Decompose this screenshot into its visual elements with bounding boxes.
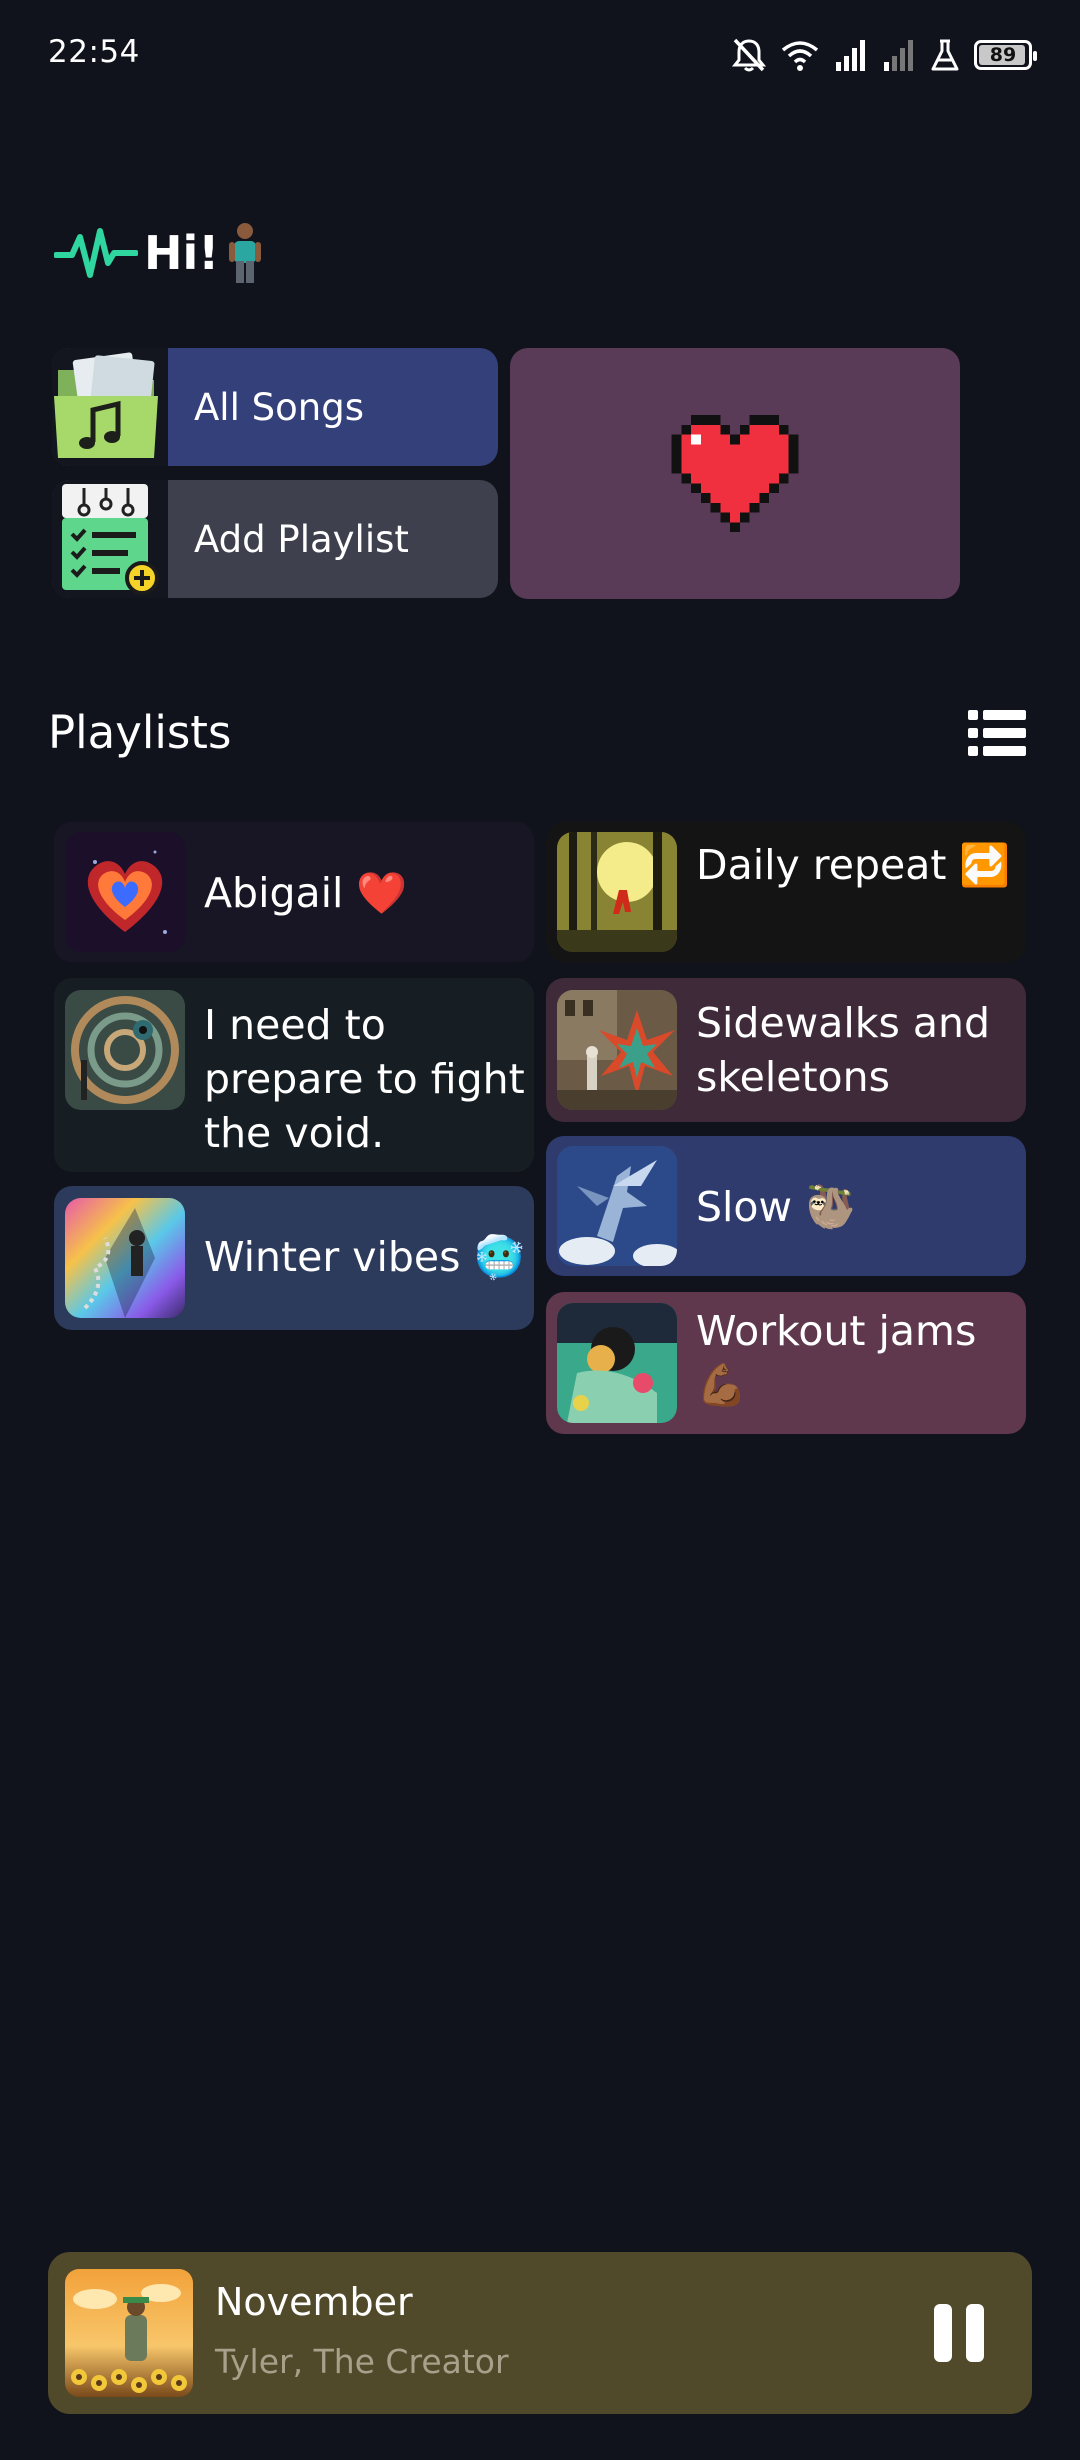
person-emoji-icon	[229, 223, 262, 283]
playlist-card-abigail[interactable]: Abigail ❤️	[54, 822, 534, 962]
playlist-card-fight-the-void[interactable]: I need to prepare to fight the void.	[54, 978, 534, 1172]
playlist-cover	[557, 832, 677, 952]
all-songs-label: All Songs	[194, 385, 364, 429]
playlist-card-slow[interactable]: Slow 🦥	[546, 1136, 1026, 1276]
playlist-cover	[65, 990, 185, 1110]
list-view-icon[interactable]	[968, 708, 1026, 758]
playlist-card-daily-repeat[interactable]: Daily repeat 🔁	[546, 822, 1026, 962]
playlists-title: Playlists	[48, 706, 232, 759]
status-icons: 89	[732, 30, 1037, 80]
add-playlist-icon	[62, 484, 159, 595]
wifi-icon	[781, 41, 819, 71]
playlist-cover	[557, 1303, 677, 1423]
playlist-cover	[65, 1198, 185, 1318]
now-playing-artist: Tyler, The Creator	[215, 2342, 509, 2381]
add-playlist-button[interactable]: Add Playlist	[52, 480, 498, 598]
battery-level: 89	[989, 44, 1017, 66]
playlist-title: Daily repeat 🔁	[696, 841, 1011, 889]
add-playlist-label: Add Playlist	[194, 517, 409, 561]
now-playing-cover	[65, 2269, 193, 2397]
app-screen: 22:54 89 Hi! All Songs Add Playlist Play…	[0, 0, 1080, 2460]
playlist-title: Winter vibes 🥶	[204, 1233, 525, 1281]
favorites-button[interactable]	[510, 348, 960, 599]
now-playing-title: November	[215, 2280, 413, 2324]
music-folder-icon	[54, 352, 158, 458]
all-songs-icon-box	[52, 348, 168, 466]
status-bar: 22:54 89	[0, 0, 1080, 110]
playlist-cover	[557, 990, 677, 1110]
greeting: Hi!	[54, 218, 265, 288]
now-playing-bar[interactable]: November Tyler, The Creator	[48, 2252, 1032, 2414]
playlist-card-workout-jams[interactable]: Workout jams 💪🏾	[546, 1292, 1026, 1434]
playlist-card-winter-vibes[interactable]: Winter vibes 🥶	[54, 1186, 534, 1330]
signal-weak-icon	[884, 40, 913, 71]
greeting-text: Hi!	[144, 226, 220, 280]
pixel-heart-icon	[671, 415, 799, 532]
status-time: 22:54	[48, 34, 140, 70]
pause-icon-bar	[966, 2304, 984, 2362]
all-songs-button[interactable]: All Songs	[52, 348, 498, 466]
playlist-cover	[557, 1146, 677, 1266]
playlist-title: I need to prepare to fight the void.	[204, 1001, 525, 1157]
playlist-card-sidewalks-and-skeletons[interactable]: Sidewalks and skeletons	[546, 978, 1026, 1122]
pause-icon	[934, 2304, 952, 2362]
signal-icon	[836, 40, 865, 71]
battery-icon: 89	[974, 40, 1037, 70]
playlist-title: Sidewalks and skeletons	[696, 999, 990, 1101]
bell-off-icon	[732, 38, 766, 72]
pause-button[interactable]	[934, 2304, 994, 2364]
playlist-title: Slow 🦥	[696, 1183, 857, 1231]
pulse-icon	[54, 228, 138, 278]
flask-icon	[931, 39, 959, 71]
playlist-cover	[65, 832, 185, 952]
playlist-title: Abigail ❤️	[204, 869, 408, 917]
add-playlist-icon-box	[52, 480, 168, 598]
playlist-title: Workout jams 💪🏾	[696, 1307, 977, 1409]
